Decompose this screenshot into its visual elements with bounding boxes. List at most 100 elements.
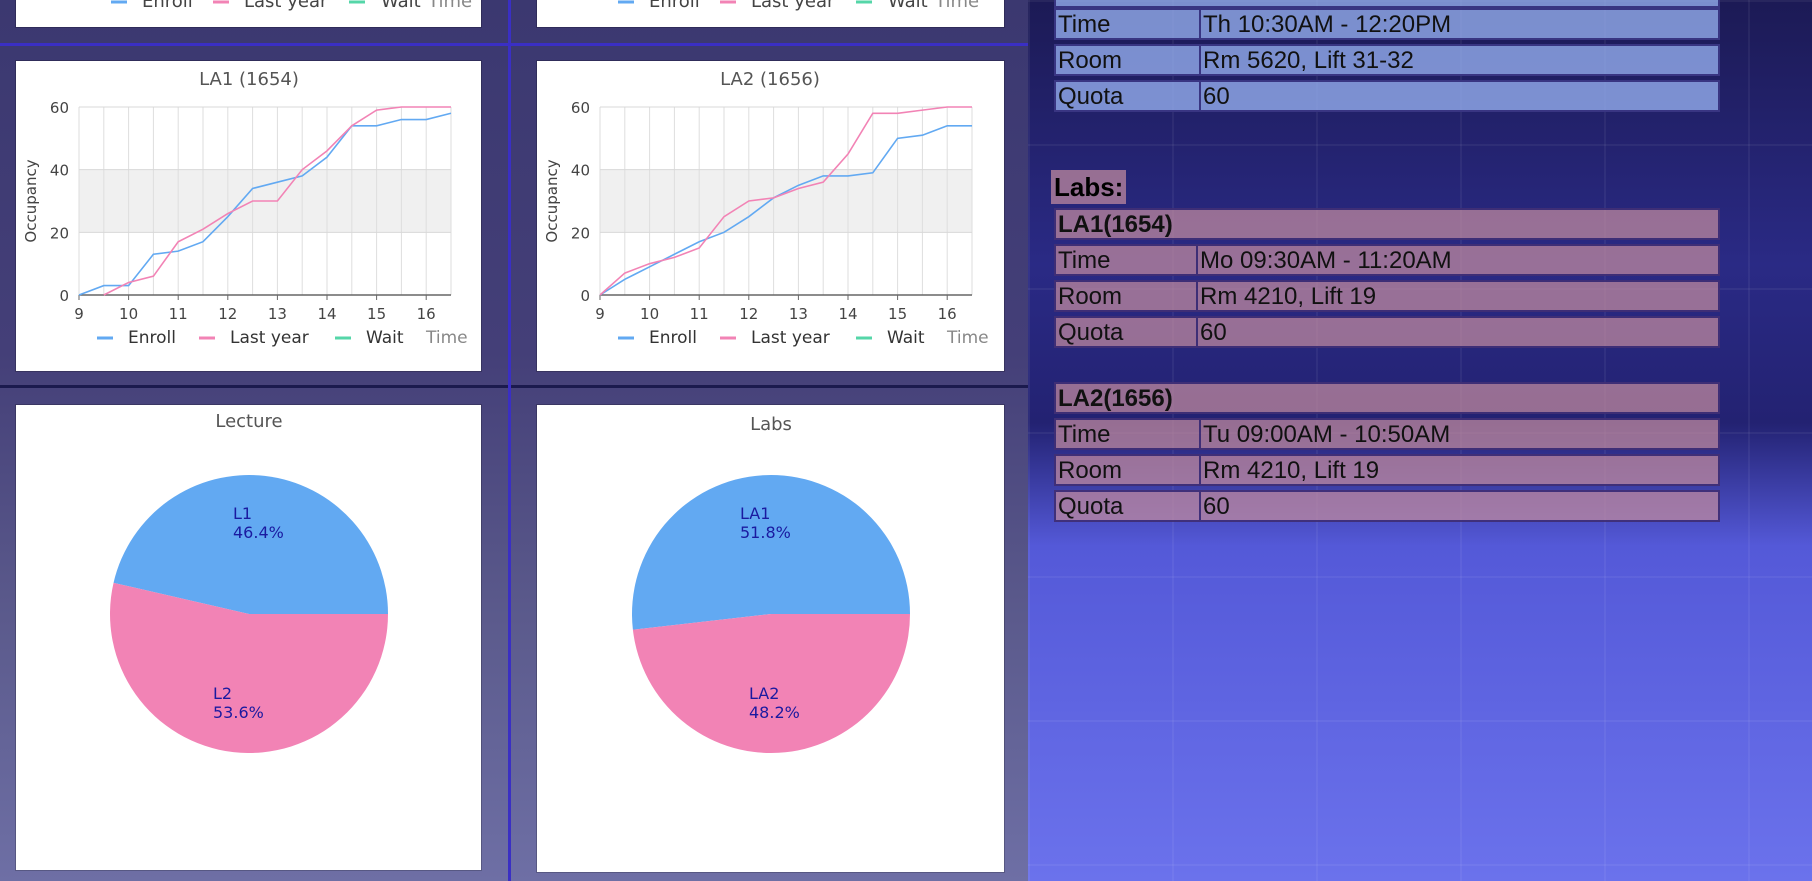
- lecture-room-row: Room Rm 5620, Lift 31-32: [1054, 44, 1720, 76]
- y-axis-label: Occupancy: [22, 159, 40, 242]
- pie-percent: 53.6%: [213, 703, 264, 722]
- pie-percent: 51.8%: [740, 523, 791, 542]
- x-tick-label: 16: [938, 305, 957, 323]
- labs-pie-chart: Labs LA151.8% LA248.2%: [632, 414, 910, 753]
- lecture-quota-label: Quota: [1056, 82, 1201, 110]
- legend-last-year: Last year: [244, 0, 328, 12]
- x-tick-label: 12: [218, 305, 237, 323]
- legend-enroll: Enroll: [142, 0, 193, 12]
- la2-time-value: Tu 09:00AM - 10:50AM: [1203, 421, 1451, 448]
- lecture-quota-value: 60: [1203, 83, 1230, 110]
- band-20-40: [600, 169, 972, 233]
- y-tick-label: 60: [571, 99, 590, 117]
- la2-quota-value: 60: [1203, 493, 1230, 520]
- x-tick-label: 11: [169, 305, 188, 323]
- legend-label: Last year: [751, 328, 830, 348]
- legend-time: Time: [934, 0, 979, 12]
- la2-time-row: Time Tu 09:00AM - 10:50AM: [1054, 418, 1720, 450]
- labs-heading: Labs:: [1051, 170, 1127, 204]
- la2-room-label: Room: [1056, 456, 1201, 484]
- vertical-divider: [508, 0, 511, 881]
- legend-label: Enroll: [128, 328, 176, 348]
- legend-time: Time: [427, 0, 472, 12]
- la1-room-label: Room: [1056, 282, 1198, 310]
- x-tick-label: 16: [417, 305, 436, 323]
- lecture-time-value: Th 10:30AM - 12:20PM: [1203, 11, 1452, 38]
- top-right-chart-panel: Enroll Last year Wait Time: [537, 0, 1004, 27]
- x-tick-label: 14: [838, 305, 857, 323]
- pie-label: LA2: [749, 684, 779, 703]
- pie-percent: 48.2%: [749, 703, 800, 722]
- legend-label-time: Time: [425, 328, 468, 348]
- lecture-time-row: Time Th 10:30AM - 12:20PM: [1054, 8, 1720, 40]
- legend-label: Wait: [887, 328, 925, 348]
- top-right-legend: Enroll Last year Wait Time: [618, 0, 979, 12]
- legend-label-time: Time: [946, 328, 989, 348]
- la1-time-value: Mo 09:30AM - 11:20AM: [1200, 247, 1452, 274]
- top-left-legend: Enroll Last year Wait Time: [111, 0, 472, 12]
- lecture-pie-chart: Lecture L146.4% L253.6%: [110, 411, 389, 753]
- la1-line-chart: LA1 (1654) 0 20 40 60 9 10 11 12 13 14 15 16 Occupanc…: [22, 69, 468, 348]
- la1-name: LA1(1654): [1058, 211, 1173, 238]
- lecture-header-row-clipped: [1054, 0, 1720, 8]
- la2-name-row: LA2(1656): [1054, 382, 1720, 414]
- x-tick-label: 13: [789, 305, 808, 323]
- legend-label: Wait: [366, 328, 404, 348]
- la2-room-value: Rm 4210, Lift 19: [1203, 457, 1380, 484]
- x-tick-label: 9: [74, 305, 84, 323]
- lecture-time-label: Time: [1056, 10, 1201, 38]
- la1-quota-value: 60: [1200, 319, 1227, 346]
- legend-wait: Wait: [381, 0, 421, 12]
- lecture-pie-panel: Lecture L1 46.4% L2 53.6%: [16, 405, 481, 870]
- la2-room-row: Room Rm 4210, Lift 19: [1054, 454, 1720, 486]
- la2-name: LA2(1656): [1058, 385, 1173, 412]
- la2-quota-label: Quota: [1056, 492, 1201, 520]
- y-tick-label: 0: [580, 287, 590, 305]
- x-tick-label: 11: [690, 305, 709, 323]
- labs-pie-panel: Labs LA1 51.8% LA2 48.2%: [537, 405, 1004, 872]
- la1-name-row: LA1(1654): [1054, 208, 1720, 240]
- pie-percent: 46.4%: [233, 523, 284, 542]
- la1-quota-row: Quota 60: [1054, 316, 1720, 348]
- lecture-room-value: Rm 5620, Lift 31-32: [1203, 47, 1414, 74]
- x-tick-label: 12: [739, 305, 758, 323]
- lecture-room-label: Room: [1056, 46, 1201, 74]
- x-tick-label: 15: [888, 305, 907, 323]
- chart-title: LA1 (1654): [199, 69, 299, 90]
- la1-time-label: Time: [1056, 246, 1198, 274]
- horizontal-divider-middle: [0, 385, 1028, 388]
- y-tick-label: 20: [50, 224, 69, 242]
- la1-room-value: Rm 4210, Lift 19: [1200, 283, 1377, 310]
- pie-slice-la1: [632, 475, 910, 630]
- x-tick-label: 10: [640, 305, 659, 323]
- y-tick-label: 40: [50, 162, 69, 180]
- la2-chart-panel: LA2 (1656) 0 20 40 60 9 10 11 12 13 14 15 16 Occupanc…: [537, 61, 1004, 371]
- x-tick-label: 13: [268, 305, 287, 323]
- chart-title: Lecture: [215, 411, 282, 432]
- la1-quota-label: Quota: [1056, 318, 1198, 346]
- la2-quota-row: Quota 60: [1054, 490, 1720, 522]
- lecture-quota-row: Quota 60: [1054, 80, 1720, 112]
- legend-last-year: Last year: [751, 0, 835, 12]
- y-tick-label: 0: [59, 287, 69, 305]
- y-tick-label: 40: [571, 162, 590, 180]
- pie-label: L1: [233, 504, 252, 523]
- legend-label: Last year: [230, 328, 309, 348]
- y-tick-label: 60: [50, 99, 69, 117]
- x-tick-label: 15: [367, 305, 386, 323]
- top-left-chart-panel: Enroll Last year Wait Time: [16, 0, 481, 27]
- la1-room-row: Room Rm 4210, Lift 19: [1054, 280, 1720, 312]
- la2-time-label: Time: [1056, 420, 1201, 448]
- x-tick-label: 10: [119, 305, 138, 323]
- la1-chart-panel: LA1 (1654) 0 20 40 60 9 10 11 12 13 14 15 16 Occupanc…: [16, 61, 481, 371]
- chart-title: LA2 (1656): [720, 69, 820, 90]
- horizontal-divider-top: [0, 43, 1028, 46]
- y-tick-label: 20: [571, 224, 590, 242]
- legend-wait: Wait: [888, 0, 928, 12]
- la2-line-chart: LA2 (1656) 0 20 40 60 9 10 11 12 13 14 15 16 Occupanc…: [543, 69, 989, 348]
- pie-label: LA1: [740, 504, 770, 523]
- y-axis-label: Occupancy: [543, 159, 561, 242]
- chart-title: Labs: [750, 414, 792, 435]
- la1-time-row: Time Mo 09:30AM - 11:20AM: [1054, 244, 1720, 276]
- legend-enroll: Enroll: [649, 0, 700, 12]
